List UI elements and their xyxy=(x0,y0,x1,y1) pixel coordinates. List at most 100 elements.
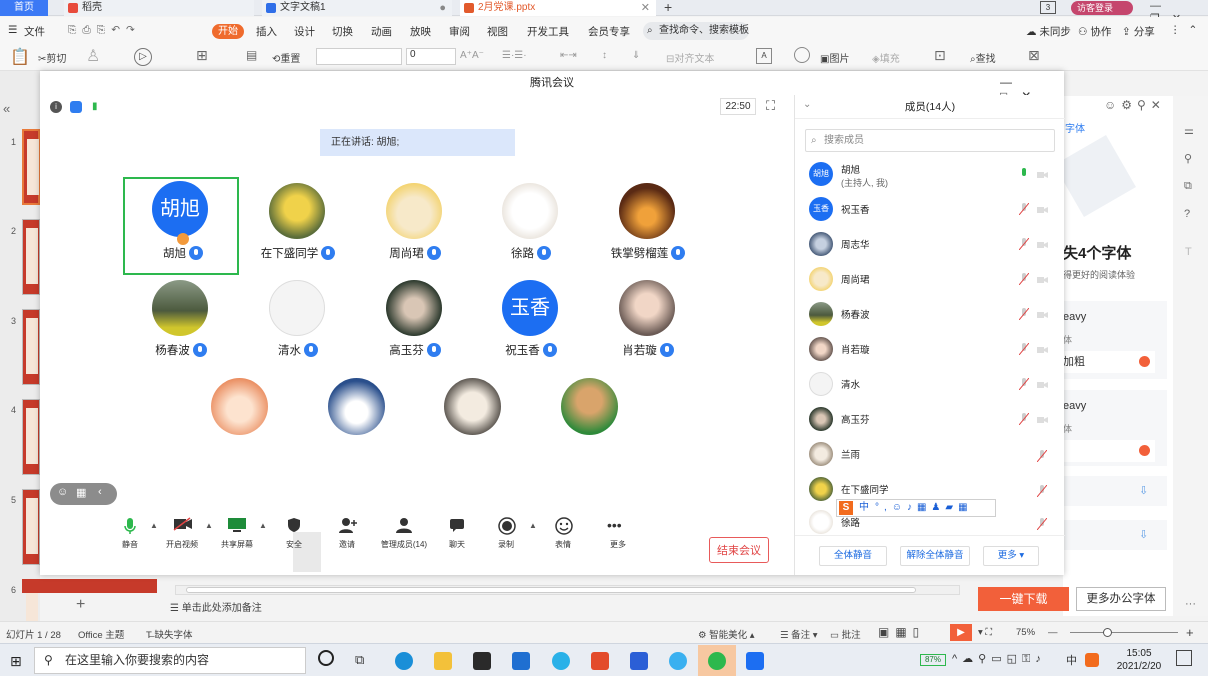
caret-icon[interactable]: ▲ xyxy=(529,521,537,530)
mic-muted-icon[interactable] xyxy=(1036,484,1048,498)
new-slide-icon[interactable]: ⊞ xyxy=(196,47,208,64)
ime-indicator[interactable]: 中 xyxy=(1066,652,1077,668)
menu-item[interactable]: 会员专享 xyxy=(588,24,630,39)
pin-icon[interactable]: ⚲ xyxy=(1184,152,1192,165)
reactions-button[interactable]: 表情 xyxy=(543,539,583,550)
text-direction-icon[interactable]: ⇓ xyxy=(632,50,640,61)
mute-all-button[interactable]: 全体静音 xyxy=(819,546,887,566)
slide-thumbnail[interactable] xyxy=(22,399,40,475)
ime-toolbar[interactable]: S 中 °,☺♪▦♟▰▦ xyxy=(836,499,996,517)
font-panel-controls[interactable]: ☺⚙⚲✕ xyxy=(1104,98,1166,112)
caret-icon[interactable]: ▲ xyxy=(259,521,267,530)
ribbon-options[interactable]: ⋮⌃ xyxy=(1170,24,1205,36)
align-text-button[interactable]: ⊟对齐文本 xyxy=(666,50,714,65)
notification-icon[interactable] xyxy=(1176,650,1192,666)
mic-muted-icon[interactable] xyxy=(1018,307,1030,321)
video-off-icon[interactable] xyxy=(1037,380,1048,388)
add-slide-icon[interactable]: + xyxy=(76,596,85,614)
find-button[interactable]: ⌕查找 xyxy=(970,50,996,65)
participant-tile[interactable]: 杨春波 xyxy=(123,276,239,374)
participant-tile[interactable]: 高玉芬 xyxy=(357,276,473,374)
participant-avatar[interactable] xyxy=(561,378,618,435)
arrange-icon[interactable]: ⊡ xyxy=(934,47,946,64)
video-off-icon[interactable] xyxy=(1037,205,1048,213)
picture-button[interactable]: ▣图片 xyxy=(820,50,849,65)
store-icon[interactable] xyxy=(473,652,491,670)
mic-muted-icon[interactable] xyxy=(1018,202,1030,216)
shape-icon[interactable] xyxy=(794,47,810,63)
list-icons[interactable]: ☰·☰· xyxy=(502,50,527,61)
caret-icon[interactable]: ▲ xyxy=(205,521,213,530)
participant-tile[interactable]: 徐路 xyxy=(473,179,589,277)
member-row[interactable]: 清水 xyxy=(795,367,1065,402)
select-icon[interactable]: ⊠ xyxy=(1028,47,1040,64)
participant-tile[interactable]: 在下盛同学 xyxy=(240,179,356,277)
more-button[interactable]: 更多 xyxy=(598,539,638,550)
mic-muted-icon[interactable] xyxy=(1018,237,1030,251)
video-off-icon[interactable] xyxy=(173,517,193,533)
login-button[interactable]: 访客登录 xyxy=(1071,1,1133,15)
caret-icon[interactable]: ▲ xyxy=(150,521,158,530)
reaction-tray[interactable]: ☺ ▦ ‹ xyxy=(50,483,117,505)
font-card[interactable]: ⇩ xyxy=(1063,520,1167,550)
tab-daoke[interactable]: 稻壳 xyxy=(64,0,254,16)
layout-icon[interactable]: ▤ xyxy=(246,48,257,62)
slide-6-thumbnail-wide[interactable] xyxy=(22,579,157,593)
new-tab-icon[interactable]: + xyxy=(664,0,672,15)
video-off-icon[interactable] xyxy=(1037,345,1048,353)
font-panel-link[interactable]: 字体 xyxy=(1065,120,1085,135)
menu-item[interactable]: 切换 xyxy=(332,24,353,39)
fullscreen-icon[interactable]: ⛶ xyxy=(766,98,775,114)
shield-icon[interactable] xyxy=(286,517,302,533)
quick-access-icons[interactable]: ⎘⎙⎘↶↷ xyxy=(68,24,141,37)
sogou-tray-icon[interactable] xyxy=(1085,653,1099,667)
end-meeting-button[interactable]: 结束会议 xyxy=(709,537,769,563)
mail-icon[interactable] xyxy=(512,652,530,670)
mic-muted-icon[interactable] xyxy=(1036,517,1048,531)
slide-thumbnail[interactable] xyxy=(22,219,40,295)
zoom-slider[interactable] xyxy=(1070,632,1178,633)
video-off-icon[interactable] xyxy=(1037,275,1048,283)
line-spacing-icon[interactable]: ↕ xyxy=(602,50,607,61)
horizontal-scrollbar[interactable] xyxy=(175,585,960,595)
font-card[interactable]: eavy 体 加粗 xyxy=(1063,301,1167,379)
member-row[interactable]: 肖若璇 xyxy=(795,332,1065,367)
browser-icon[interactable] xyxy=(552,652,570,670)
cut-button[interactable]: ✂剪切 xyxy=(38,50,66,65)
beautify-button[interactable]: ⚙ 智能美化 ▴ xyxy=(698,627,755,641)
font-card[interactable]: eavy 体 xyxy=(1063,390,1167,466)
wps-writer-icon[interactable] xyxy=(630,652,648,670)
invite-button[interactable]: 邀请 xyxy=(327,539,367,550)
record-button[interactable]: 录制 xyxy=(486,539,526,550)
security-button[interactable]: 安全 xyxy=(274,539,314,550)
ime-tool-icons[interactable]: °,☺♪▦♟▰▦ xyxy=(875,500,973,516)
font-size-input[interactable]: 0 xyxy=(406,48,456,65)
member-row[interactable]: 高玉芬 xyxy=(795,402,1065,437)
zoom-slider-thumb[interactable] xyxy=(1103,628,1112,637)
menu-item[interactable]: 动画 xyxy=(371,24,392,39)
video-button[interactable]: 开启视频 xyxy=(162,539,202,550)
emoji-icon[interactable] xyxy=(555,517,573,535)
info-icon[interactable]: i xyxy=(50,101,62,113)
mute-button[interactable]: 静音 xyxy=(110,539,150,550)
keyboard-icon[interactable]: ▦ xyxy=(76,486,86,499)
task-view-icon[interactable]: ⧉ xyxy=(355,652,364,668)
view-mode-icons[interactable]: ▣▦▯ xyxy=(878,625,925,639)
mic-muted-icon[interactable] xyxy=(1018,412,1030,426)
more-icon[interactable]: ••• xyxy=(607,517,622,533)
notes-toggle[interactable]: ☰ 备注 ▾ xyxy=(780,627,818,641)
participant-tile[interactable]: 胡旭 胡旭 xyxy=(123,177,239,275)
font-grow-icon[interactable]: A⁺A⁻ xyxy=(460,50,484,61)
menu-item[interactable]: 开发工具 xyxy=(527,24,569,39)
file-explorer-icon[interactable] xyxy=(434,652,452,670)
zoom-out-button[interactable]: — xyxy=(1048,627,1058,638)
cortana-icon[interactable] xyxy=(318,650,334,666)
member-row[interactable]: 周志华 xyxy=(795,227,1065,262)
sync-status[interactable]: ☁ 未同步 xyxy=(1026,24,1071,39)
member-row[interactable]: 杨春波 xyxy=(795,297,1065,332)
text-icon[interactable]: T xyxy=(1185,246,1192,258)
font-card[interactable]: ⇩ xyxy=(1063,476,1167,506)
participant-tile[interactable]: 铁掌劈榴莲 xyxy=(590,179,706,277)
menu-item[interactable]: 放映 xyxy=(410,24,431,39)
menu-item[interactable]: 设计 xyxy=(294,24,315,39)
